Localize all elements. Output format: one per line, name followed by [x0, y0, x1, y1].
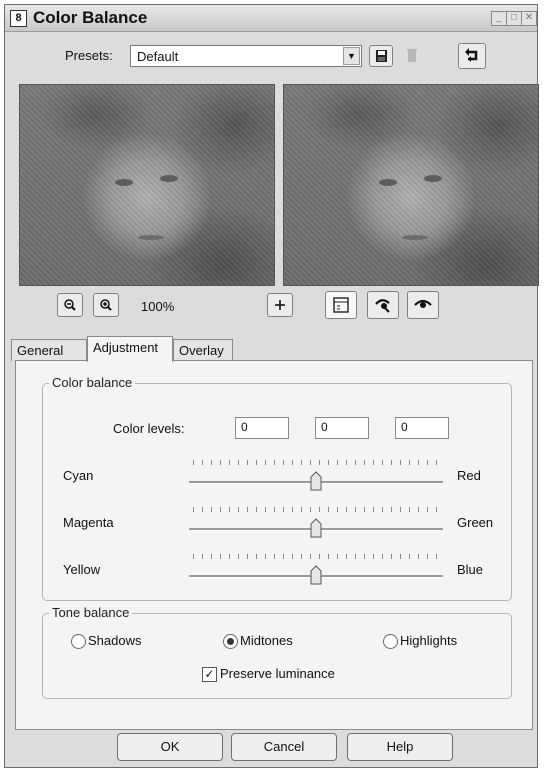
- zoom-in-button[interactable]: [93, 293, 119, 317]
- tab-adjustment[interactable]: Adjustment: [87, 336, 173, 362]
- yellow-blue-slider-thumb[interactable]: [309, 565, 323, 585]
- radio-highlights[interactable]: [383, 634, 398, 649]
- help-button[interactable]: Help: [347, 733, 453, 761]
- color-balance-title: Color balance: [49, 375, 136, 390]
- cyan-red-slider-thumb[interactable]: [309, 471, 323, 491]
- auto-proof-icon: [375, 299, 390, 313]
- title-bar[interactable]: 8 Color Balance _ □ ✕: [5, 5, 537, 32]
- slider-red-label: Red: [457, 468, 481, 483]
- preserve-luminance-checkbox[interactable]: ✓: [202, 667, 217, 682]
- tab-general[interactable]: General: [11, 339, 87, 361]
- cancel-button[interactable]: Cancel: [231, 733, 337, 761]
- reset-button[interactable]: [458, 43, 486, 69]
- presets-value: Default: [137, 49, 179, 64]
- presets-label: Presets:: [65, 48, 113, 63]
- zoom-in-icon: [100, 299, 112, 311]
- adjustment-panel: Color balance Color levels: 0 0 0 Cyan R…: [15, 360, 533, 730]
- color-levels-label: Color levels:: [113, 421, 185, 436]
- presets-dropdown[interactable]: Default ▼: [130, 45, 362, 67]
- color-level-field-2[interactable]: 0: [315, 417, 369, 439]
- proof-button[interactable]: [325, 291, 357, 319]
- ok-button[interactable]: OK: [117, 733, 223, 761]
- slider-magenta-label: Magenta: [63, 515, 114, 530]
- pan-button[interactable]: [267, 293, 293, 317]
- color-balance-dialog: 8 Color Balance _ □ ✕ Presets: Default ▼…: [4, 4, 539, 768]
- midtones-label[interactable]: Midtones: [240, 633, 293, 648]
- color-balance-group: Color balance Color levels: 0 0 0 Cyan R…: [42, 375, 512, 601]
- tab-overlay[interactable]: Overlay: [173, 339, 233, 361]
- save-preset-button[interactable]: [369, 45, 393, 67]
- highlights-label[interactable]: Highlights: [400, 633, 457, 648]
- color-level-field-3[interactable]: 0: [395, 417, 449, 439]
- color-level-field-1[interactable]: 0: [235, 417, 289, 439]
- zoom-out-icon: [64, 299, 76, 311]
- shadows-label[interactable]: Shadows: [88, 633, 141, 648]
- zoom-out-button[interactable]: [57, 293, 83, 317]
- maximize-icon[interactable]: □: [506, 11, 522, 26]
- proof-icon: [333, 297, 349, 313]
- floppy-disk-icon: [376, 50, 387, 62]
- preview-eye-icon: [414, 299, 432, 308]
- zoom-level: 100%: [141, 299, 175, 314]
- window-title: Color Balance: [33, 8, 148, 27]
- slider-blue-label: Blue: [457, 562, 484, 577]
- slider-green-label: Green: [457, 515, 494, 530]
- result-preview[interactable]: [283, 84, 539, 286]
- preserve-luminance-label[interactable]: Preserve luminance: [220, 666, 335, 681]
- delete-preset-button[interactable]: [400, 45, 424, 67]
- pan-crosshair-icon: [275, 300, 285, 310]
- auto-proof-button[interactable]: [367, 291, 399, 319]
- slider-cyan-label: Cyan: [63, 468, 94, 483]
- tone-balance-title: Tone balance: [49, 605, 133, 620]
- radio-midtones[interactable]: [223, 634, 238, 649]
- magenta-green-slider-thumb[interactable]: [309, 518, 323, 538]
- original-preview[interactable]: [19, 84, 275, 286]
- trash-icon: [407, 49, 417, 62]
- app-icon: 8: [10, 10, 27, 27]
- minimize-icon[interactable]: _: [491, 11, 507, 26]
- chevron-down-icon[interactable]: ▼: [343, 47, 360, 65]
- tone-balance-group: Tone balance Shadows Midtones Highlights…: [42, 605, 512, 699]
- slider-yellow-label: Yellow: [63, 562, 101, 577]
- radio-shadows[interactable]: [71, 634, 86, 649]
- close-icon[interactable]: ✕: [521, 11, 537, 26]
- reset-arrow-icon: [465, 48, 478, 62]
- show-preview-button[interactable]: [407, 291, 439, 319]
